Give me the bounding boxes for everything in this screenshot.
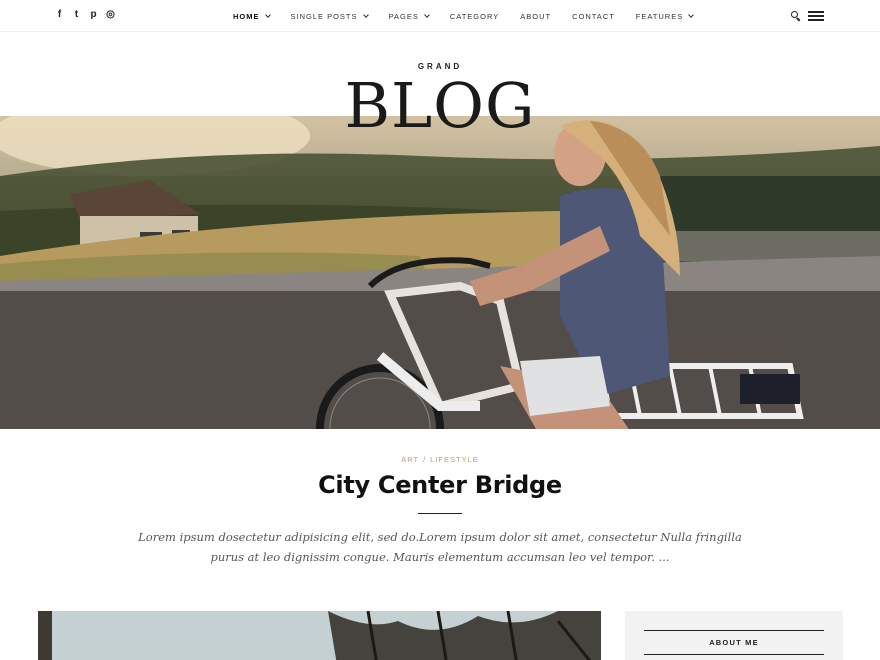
pinterest-icon[interactable]: p bbox=[89, 9, 98, 21]
search-icon[interactable] bbox=[791, 11, 801, 22]
nav-item-home[interactable]: HOME bbox=[233, 11, 271, 21]
post-thumbnail[interactable] bbox=[38, 611, 601, 660]
nav-item-label: SINGLE POSTS bbox=[290, 11, 358, 21]
widget-title-about-me: ABOUT ME bbox=[644, 630, 824, 655]
nav-item-single-posts[interactable]: SINGLE POSTS bbox=[290, 11, 369, 21]
hamburger-menu-icon[interactable] bbox=[808, 11, 824, 21]
post-title[interactable]: City Center Bridge bbox=[0, 469, 880, 501]
title-divider bbox=[418, 513, 462, 514]
chevron-down-icon bbox=[688, 11, 695, 18]
category-link-art[interactable]: ART bbox=[401, 455, 419, 464]
site-logo[interactable]: BLOG bbox=[0, 70, 880, 142]
social-links: f t p ◎ bbox=[55, 9, 115, 21]
nav-item-label: CATEGORY bbox=[449, 11, 500, 21]
nav-item-about[interactable]: ABOUT bbox=[520, 12, 551, 21]
nav-item-pages[interactable]: PAGES bbox=[388, 11, 430, 21]
nav-item-features[interactable]: FEATURES bbox=[635, 11, 695, 21]
featured-image[interactable] bbox=[0, 116, 880, 429]
category-separator: / bbox=[423, 455, 427, 464]
nav-item-label: ABOUT bbox=[520, 11, 552, 21]
instagram-icon[interactable]: ◎ bbox=[106, 9, 115, 21]
main-menu: HOME SINGLE POSTS PAGES CATEGORY ABOUT C… bbox=[233, 0, 714, 32]
sidebar: ABOUT ME bbox=[625, 611, 843, 660]
thumbnail-illustration bbox=[38, 611, 601, 660]
post-categories: ART / LIFESTYLE bbox=[0, 455, 880, 464]
nav-item-category[interactable]: CATEGORY bbox=[450, 12, 499, 21]
nav-item-contact[interactable]: CONTACT bbox=[572, 12, 615, 21]
post-excerpt: Lorem ipsum dosectetur adipisicing elit,… bbox=[138, 530, 742, 564]
top-navigation-bar: f t p ◎ HOME SINGLE POSTS PAGES CATEGORY… bbox=[0, 0, 880, 32]
nav-item-label: CONTACT bbox=[572, 11, 615, 21]
chevron-down-icon bbox=[362, 11, 369, 18]
twitter-icon[interactable]: t bbox=[72, 9, 81, 21]
nav-item-label: FEATURES bbox=[635, 11, 684, 21]
chevron-down-icon bbox=[264, 11, 271, 18]
chevron-down-icon bbox=[423, 11, 430, 18]
nav-item-label: PAGES bbox=[388, 11, 419, 21]
category-link-lifestyle[interactable]: LIFESTYLE bbox=[430, 455, 479, 464]
nav-item-label: HOME bbox=[233, 11, 260, 21]
hero-illustration bbox=[0, 116, 880, 429]
facebook-icon[interactable]: f bbox=[55, 9, 64, 21]
